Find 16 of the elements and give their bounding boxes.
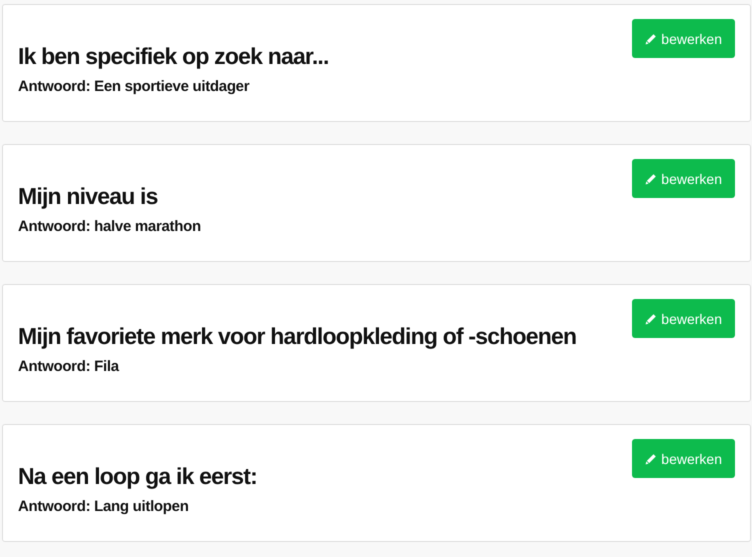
- question-title: Mijn favoriete merk voor hardloopkleding of -schoenen: [18, 323, 576, 350]
- answer-text: Antwoord: Fila: [18, 358, 120, 375]
- answer-text: Antwoord: Lang uitlopen: [18, 498, 190, 515]
- edit-button[interactable]: bewerken: [632, 159, 735, 198]
- answer-text: Antwoord: halve marathon: [18, 218, 201, 235]
- question-title: Mijn niveau is: [18, 183, 159, 210]
- pencil-icon: [645, 312, 658, 324]
- question-title: Ik ben specifiek op zoek naar...: [18, 43, 329, 70]
- edit-button[interactable]: bewerken: [632, 19, 735, 58]
- pencil-icon: [645, 452, 658, 464]
- pencil-icon: [645, 32, 658, 44]
- question-title: Na een loop ga ik eerst:: [18, 463, 257, 490]
- pencil-icon: [645, 172, 658, 184]
- answer-text: Antwoord: Een sportieve uitdager: [18, 78, 250, 95]
- edit-button[interactable]: bewerken: [632, 299, 735, 338]
- edit-button[interactable]: bewerken: [632, 439, 735, 478]
